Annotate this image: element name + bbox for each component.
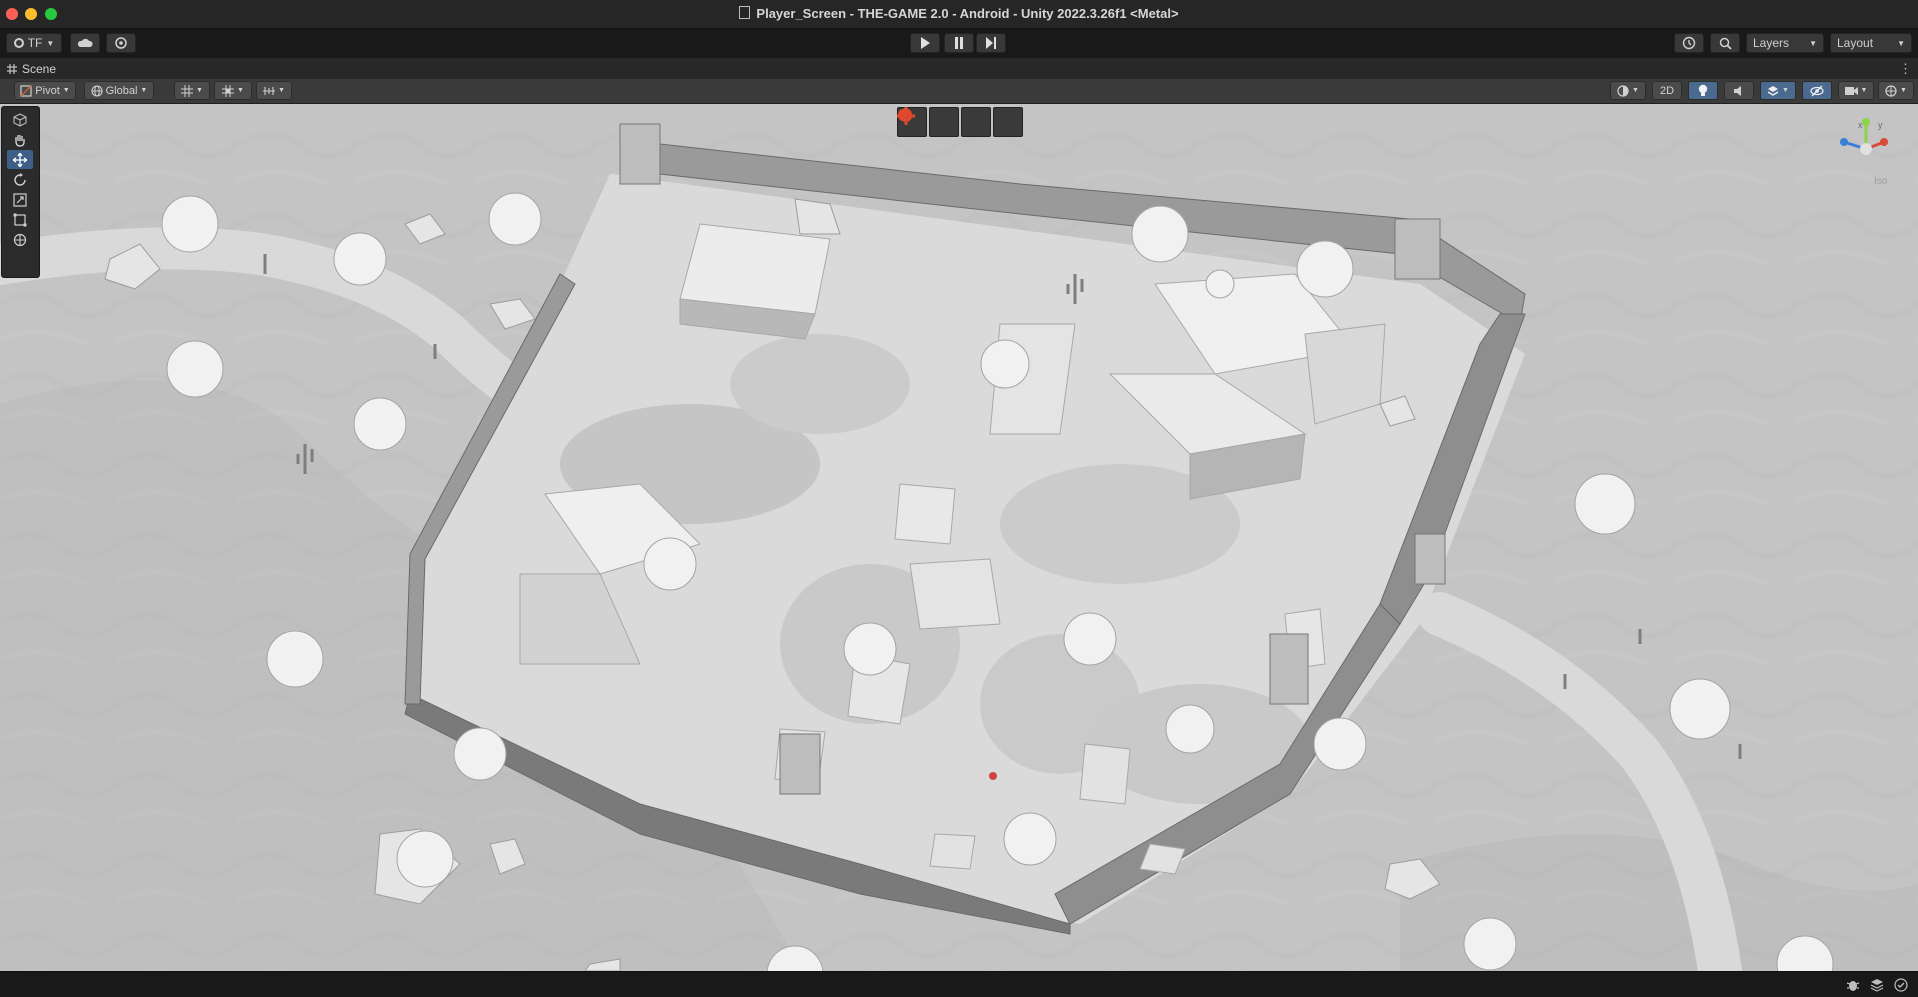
- scale-tool[interactable]: [7, 190, 33, 209]
- chevron-down-icon: ▼: [140, 87, 148, 94]
- transform-tool[interactable]: [7, 230, 33, 249]
- chevron-down-icon: ▼: [46, 38, 55, 48]
- status-bar: [0, 971, 1918, 997]
- search-icon: [1719, 37, 1732, 50]
- move-arrows-icon: [13, 152, 27, 167]
- history-icon: [1682, 36, 1696, 50]
- chevron-down-icon: ▼: [1809, 38, 1817, 48]
- cube-outline-icon: [13, 112, 27, 127]
- chevron-down-icon: ▼: [1897, 38, 1905, 48]
- scene-tab-bar: Scene ⋮: [0, 58, 1918, 81]
- chevron-down-icon: ▼: [62, 87, 70, 94]
- move-tool[interactable]: [7, 150, 33, 169]
- shading-sphere-icon: [1617, 84, 1629, 97]
- svg-text:x: x: [1858, 120, 1863, 130]
- chevron-down-icon: ▼: [1632, 87, 1639, 94]
- tab-scene[interactable]: Scene: [22, 62, 56, 76]
- cloud-button[interactable]: [70, 33, 100, 53]
- hand-icon: [15, 134, 25, 147]
- bug-icon[interactable]: [1846, 978, 1860, 992]
- lighting-toggle-button[interactable]: [1688, 81, 1718, 100]
- rect-tool[interactable]: [7, 210, 33, 229]
- layers-effects-icon: [1767, 85, 1779, 96]
- play-button[interactable]: [910, 33, 940, 53]
- scene-overlay-toolbar: [897, 107, 1023, 137]
- camera-icon: [1844, 86, 1858, 95]
- account-dropdown[interactable]: TF ▼: [6, 33, 62, 53]
- shading-mode-dropdown[interactable]: ▼: [1610, 81, 1646, 100]
- user-icon: [13, 38, 24, 48]
- pivot-icon: [20, 84, 32, 97]
- global-dropdown[interactable]: Global ▼: [84, 81, 154, 100]
- scale-icon: [13, 192, 27, 207]
- rotate-tool[interactable]: [7, 170, 33, 189]
- rotate-icon: [14, 172, 26, 186]
- audio-toggle-button[interactable]: [1724, 81, 1754, 100]
- more-options-icon[interactable]: ⋮: [1899, 61, 1912, 77]
- layers-dropdown[interactable]: Layers ▼: [1746, 33, 1824, 53]
- chevron-down-icon: ▼: [196, 87, 203, 94]
- window-titlebar: Player_Screen - THE-GAME 2.0 - Android -…: [0, 0, 1918, 29]
- hidden-objects-toggle-button[interactable]: [1802, 81, 1832, 100]
- undo-history-button[interactable]: [1674, 33, 1704, 53]
- view-cube-tool[interactable]: [7, 110, 33, 129]
- transform-icon: [13, 233, 27, 246]
- refresh-icon: [898, 107, 912, 122]
- scene-viewport[interactable]: y x Iso: [0, 104, 1918, 971]
- step-button[interactable]: [976, 33, 1006, 53]
- increment-snapping-dropdown[interactable]: ▼: [256, 81, 292, 100]
- effects-dropdown[interactable]: ▼: [1760, 81, 1796, 100]
- snap-grid-icon: [222, 84, 235, 97]
- chevron-down-icon: ▼: [237, 87, 244, 94]
- layers-stack-icon[interactable]: [1870, 978, 1884, 992]
- document-icon: [739, 6, 751, 19]
- chevron-down-icon: ▼: [1782, 87, 1789, 94]
- player-marker: [989, 772, 997, 780]
- pivot-point-overlay-button[interactable]: [898, 107, 991, 137]
- pivot-dropdown[interactable]: Pivot ▼: [14, 81, 76, 100]
- grid-icon: [7, 64, 17, 74]
- search-button[interactable]: [1710, 33, 1740, 53]
- projection-label[interactable]: Iso: [1874, 176, 1887, 187]
- camera-settings-dropdown[interactable]: ▼: [1838, 81, 1874, 100]
- pause-button[interactable]: [944, 33, 974, 53]
- lightbulb-icon: [1698, 84, 1708, 96]
- main-toolbar: TF ▼ Layers ▼ Layout ▼: [0, 29, 1918, 58]
- gizmos-dropdown[interactable]: ▼: [1878, 81, 1914, 100]
- toggle-2d-button[interactable]: 2D: [1652, 81, 1682, 100]
- grid-icon: [181, 84, 194, 97]
- window-title: Player_Screen - THE-GAME 2.0 - Android -…: [0, 6, 1918, 21]
- svg-text:y: y: [1878, 120, 1883, 130]
- play-icon: [921, 37, 930, 49]
- scene-render[interactable]: [0, 104, 1918, 971]
- grid-snapping-dropdown[interactable]: ▼: [214, 81, 252, 100]
- transform-tool-panel: [1, 106, 40, 278]
- layout-dropdown[interactable]: Layout ▼: [1830, 33, 1912, 53]
- refresh-overlay-button[interactable]: [898, 107, 1023, 137]
- rect-transform-icon: [13, 213, 27, 226]
- settings-overlay-button[interactable]: [897, 107, 959, 137]
- scene-toolbar: Pivot ▼ Global ▼ ▼ ▼ ▼ ▼ 2D ▼ ▼ ▼: [0, 79, 1918, 104]
- gizmo-globe-icon: [1885, 84, 1897, 97]
- chevron-down-icon: ▼: [1900, 87, 1907, 94]
- globe-icon: [91, 84, 103, 97]
- axis-gizmo-icon: y x: [1840, 118, 1888, 155]
- hand-tool[interactable]: [7, 130, 33, 149]
- pause-icon: [955, 37, 963, 49]
- collab-button[interactable]: [106, 33, 136, 53]
- cloud-icon: [77, 38, 93, 47]
- orientation-gizmo[interactable]: y x Iso: [1826, 114, 1906, 214]
- speaker-icon: [1734, 85, 1741, 96]
- step-icon: [986, 37, 996, 49]
- eye-slash-icon: [1810, 85, 1824, 96]
- target-icon: [115, 37, 127, 49]
- check-circle-icon[interactable]: [1894, 978, 1908, 992]
- chevron-down-icon: ▼: [1860, 87, 1868, 94]
- chevron-down-icon: ▼: [278, 87, 285, 94]
- ruler-icon: [263, 86, 276, 95]
- grid-visibility-dropdown[interactable]: ▼: [174, 81, 210, 100]
